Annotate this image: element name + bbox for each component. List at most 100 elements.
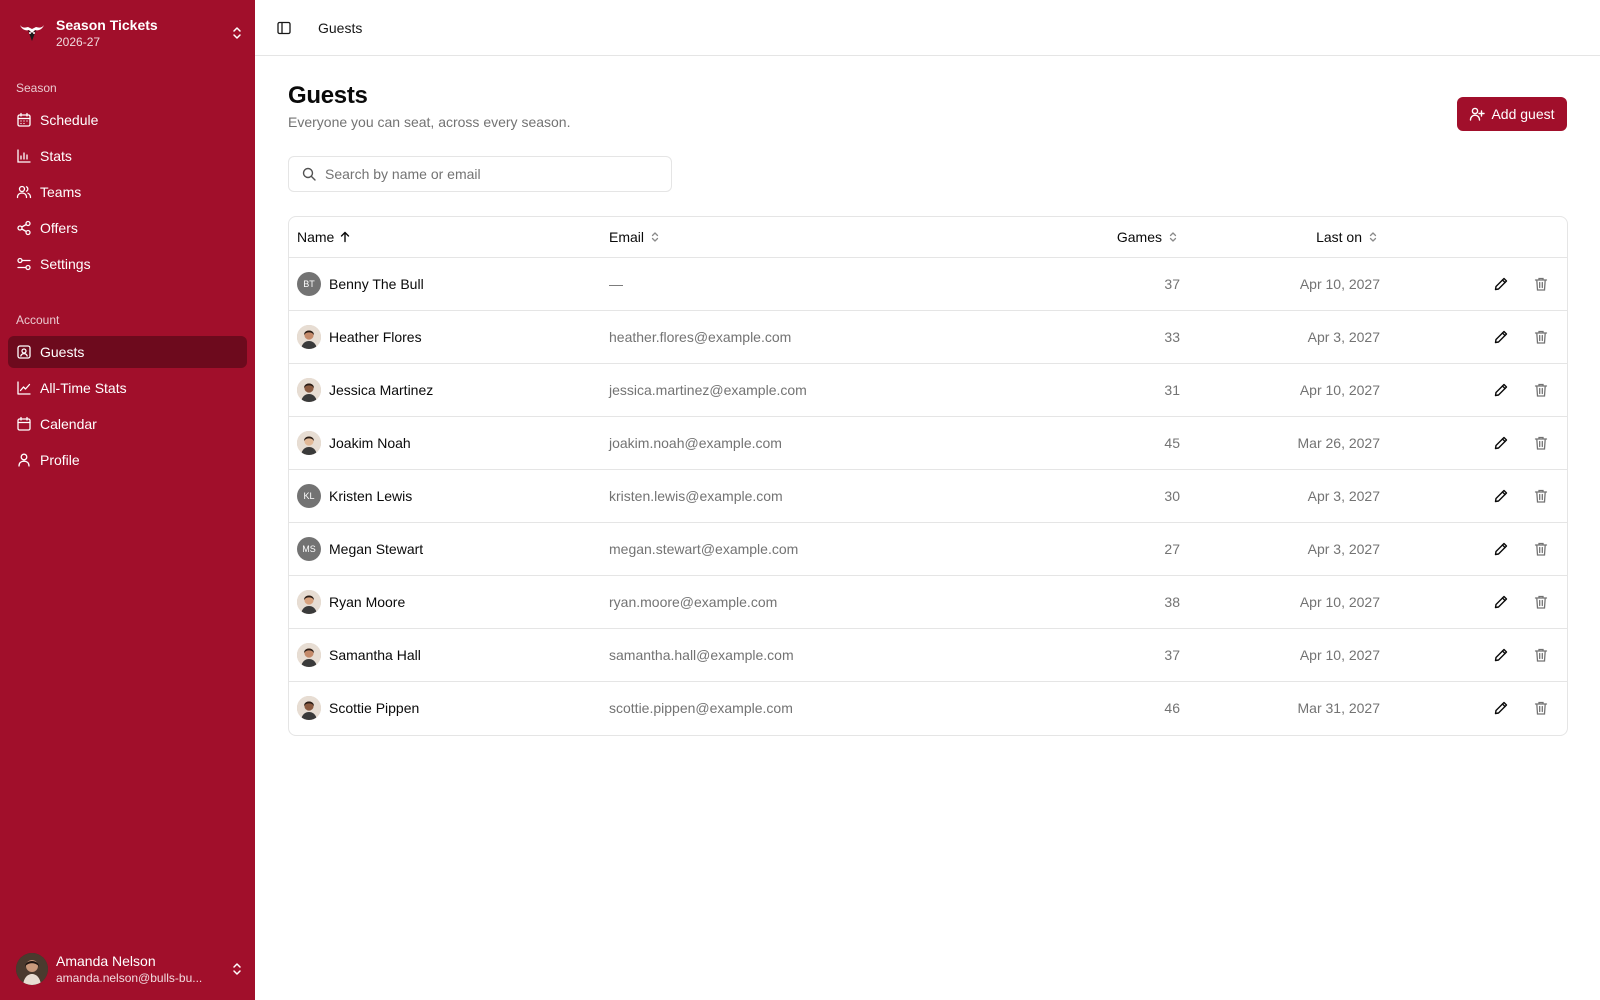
cell-email: kristen.lewis@example.com — [609, 488, 783, 504]
season-switcher[interactable]: Season Tickets 2026-27 — [16, 14, 247, 52]
cell-last-on: Apr 3, 2027 — [1307, 488, 1380, 504]
avatar — [297, 696, 321, 720]
guest-name: Kristen Lewis — [329, 488, 413, 504]
table-row[interactable]: Scottie Pippen scottie.pippen@example.com… — [289, 682, 1567, 735]
chevrons-up-down-icon — [651, 232, 659, 242]
avatar: MS — [297, 537, 321, 561]
column-header-games[interactable]: Games — [1117, 217, 1180, 257]
user-name: Amanda Nelson — [56, 953, 156, 969]
pencil-icon — [1494, 542, 1508, 556]
cell-last-on: Apr 10, 2027 — [1299, 647, 1380, 663]
avatar — [297, 643, 321, 667]
delete-guest-button[interactable] — [1529, 643, 1553, 667]
sidebar-item-guests[interactable]: Guests — [8, 336, 247, 368]
user-menu[interactable]: Amanda Nelson amanda.nelson@bulls-bu... — [16, 950, 247, 988]
cell-games: 33 — [1164, 329, 1180, 345]
table-row[interactable]: Heather Flores heather.flores@example.com… — [289, 311, 1567, 364]
table-header: Name Email Games Last on — [289, 217, 1567, 258]
trash-icon — [1534, 595, 1548, 609]
guest-name: Heather Flores — [329, 329, 422, 345]
sidebar-item-label: Guests — [40, 344, 85, 360]
sidebar-item-label: Profile — [40, 452, 80, 468]
sidebar-item-label: All-Time Stats — [40, 380, 127, 396]
avatar-initials: BT — [303, 279, 315, 289]
search-input[interactable] — [325, 166, 671, 182]
user-icon — [18, 453, 30, 467]
cell-email: ryan.moore@example.com — [609, 594, 778, 610]
trash-icon — [1534, 277, 1548, 291]
edit-guest-button[interactable] — [1489, 696, 1513, 720]
avatar: BT — [297, 272, 321, 296]
trash-icon — [1534, 330, 1548, 344]
table-row[interactable]: Joakim Noah joakim.noah@example.com 45 Mar … — [289, 417, 1567, 470]
cell-last-on: Mar 26, 2027 — [1297, 435, 1381, 451]
table-row[interactable]: KL Kristen Lewis kristen.lewis@example.com… — [289, 470, 1567, 523]
table-row[interactable]: MS Megan Stewart megan.stewart@example.com… — [289, 523, 1567, 576]
pencil-icon — [1494, 383, 1508, 397]
delete-guest-button[interactable] — [1529, 590, 1553, 614]
edit-guest-button[interactable] — [1489, 643, 1513, 667]
delete-guest-button[interactable] — [1529, 272, 1553, 296]
edit-guest-button[interactable] — [1489, 484, 1513, 508]
sidebar-item-schedule[interactable]: Schedule — [8, 104, 247, 136]
sidebar-item-label: Teams — [40, 184, 82, 200]
cell-games: 45 — [1164, 435, 1180, 451]
delete-guest-button[interactable] — [1529, 431, 1553, 455]
topbar: Guests — [255, 0, 1600, 56]
pencil-icon — [1494, 436, 1508, 450]
delete-guest-button[interactable] — [1529, 696, 1553, 720]
sidebar-toggle-button[interactable] — [270, 14, 298, 42]
sidebar-item-all-time-stats[interactable]: All-Time Stats — [8, 372, 247, 404]
chevrons-up-down-icon — [233, 27, 241, 39]
search-box — [288, 156, 672, 192]
trash-icon — [1534, 701, 1548, 715]
edit-guest-button[interactable] — [1489, 325, 1513, 349]
trash-icon — [1534, 489, 1548, 503]
guest-name: Ryan Moore — [329, 594, 406, 610]
column-header-name[interactable]: Name — [297, 217, 352, 257]
cell-email: megan.stewart@example.com — [609, 541, 799, 557]
bar-chart-icon — [17, 149, 31, 163]
table-row[interactable]: Samantha Hall samantha.hall@example.com 37… — [289, 629, 1567, 682]
add-guest-button[interactable]: Add guest — [1457, 97, 1567, 131]
cell-email: samantha.hall@example.com — [609, 647, 794, 663]
cell-name: MS Megan Stewart — [297, 523, 423, 575]
delete-guest-button[interactable] — [1529, 484, 1553, 508]
cell-name: Joakim Noah — [297, 417, 411, 469]
chevrons-up-down-icon — [1369, 232, 1377, 242]
table-row[interactable]: BT Benny The Bull — 37 Apr 10, 2027 — [289, 258, 1567, 311]
cell-last-on: Apr 10, 2027 — [1299, 594, 1380, 610]
page-title: Guests — [288, 82, 368, 109]
sidebar-item-settings[interactable]: Settings — [8, 248, 247, 280]
cell-games: 27 — [1164, 541, 1180, 557]
search-icon — [302, 167, 316, 181]
sidebar-item-profile[interactable]: Profile — [8, 444, 247, 476]
edit-guest-button[interactable] — [1489, 272, 1513, 296]
sidebar-item-calendar[interactable]: Calendar — [8, 408, 247, 440]
trash-icon — [1534, 542, 1548, 556]
column-header-last-on[interactable]: Last on — [1316, 217, 1380, 257]
column-header-email[interactable]: Email — [609, 217, 662, 257]
delete-guest-button[interactable] — [1529, 378, 1553, 402]
cell-email: joakim.noah@example.com — [609, 435, 782, 451]
users-icon — [16, 185, 32, 199]
season-nav: Schedule Stats Teams Offers Settings — [8, 104, 247, 284]
avatar — [16, 953, 48, 985]
cell-games: 37 — [1164, 276, 1180, 292]
edit-guest-button[interactable] — [1489, 431, 1513, 455]
edit-guest-button[interactable] — [1489, 537, 1513, 561]
table-row[interactable]: Ryan Moore ryan.moore@example.com 38 Apr 10… — [289, 576, 1567, 629]
table-row[interactable]: Jessica Martinez jessica.martinez@example… — [289, 364, 1567, 417]
edit-guest-button[interactable] — [1489, 590, 1513, 614]
delete-guest-button[interactable] — [1529, 537, 1553, 561]
add-guest-label: Add guest — [1491, 106, 1555, 122]
sidebar: Season Tickets 2026-27 Season Schedule S… — [0, 0, 255, 1000]
arrow-up-icon — [341, 231, 350, 243]
avatar — [297, 590, 321, 614]
trash-icon — [1534, 648, 1548, 662]
delete-guest-button[interactable] — [1529, 325, 1553, 349]
sidebar-item-offers[interactable]: Offers — [8, 212, 247, 244]
sidebar-item-stats[interactable]: Stats — [8, 140, 247, 172]
sidebar-item-teams[interactable]: Teams — [8, 176, 247, 208]
edit-guest-button[interactable] — [1489, 378, 1513, 402]
